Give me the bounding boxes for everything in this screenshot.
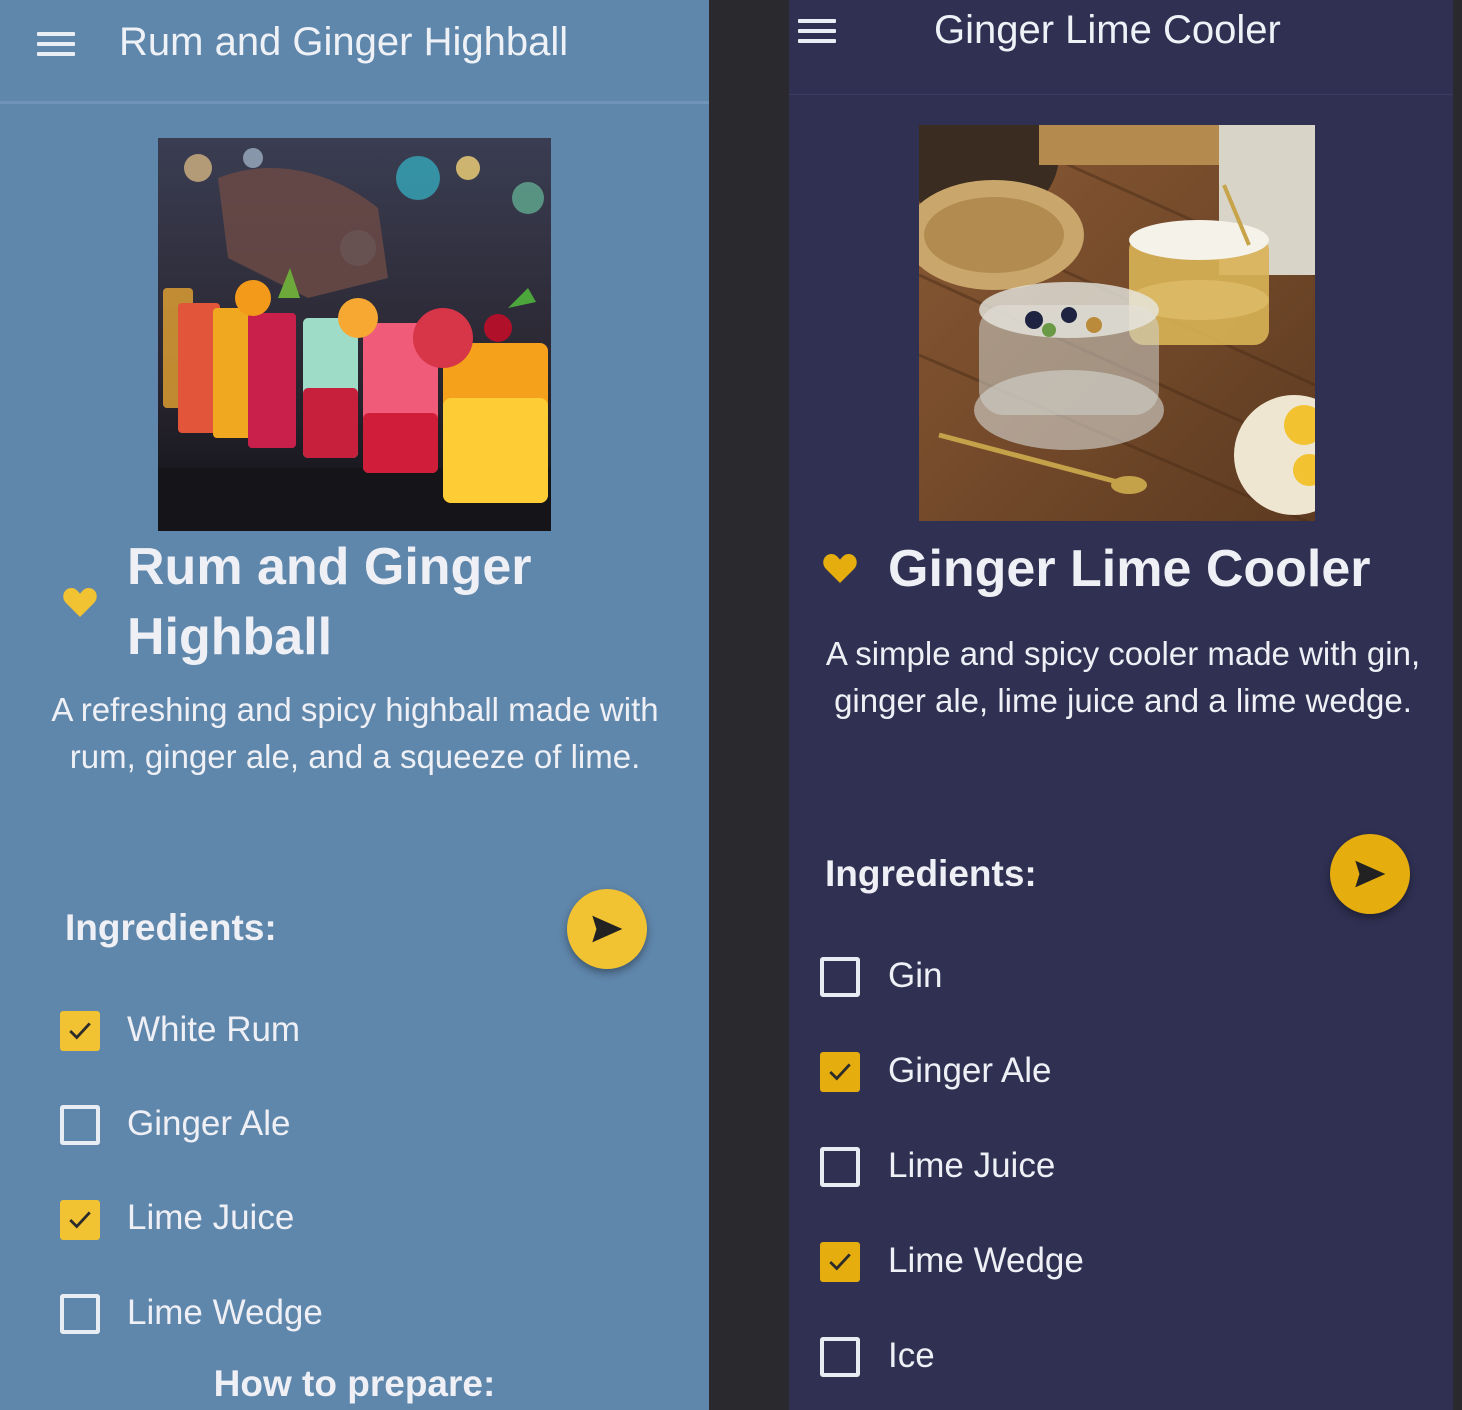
ingredient-label: Ice (888, 1336, 935, 1375)
app-bar-title: Ginger Lime Cooler (934, 8, 1281, 52)
ingredient-checkbox[interactable] (60, 1294, 100, 1334)
ingredient-checkbox[interactable] (820, 1242, 860, 1282)
share-fab-button[interactable] (1330, 834, 1410, 914)
check-icon (829, 1063, 851, 1081)
ingredient-checkbox[interactable] (820, 1147, 860, 1187)
app-bar-title: Rum and Ginger Highball (119, 20, 569, 64)
ingredient-checkbox[interactable] (60, 1011, 100, 1051)
right-recipe-screen: Ginger Lime Cooler Ginger Lime Cooler A … (789, 0, 1453, 1410)
favorite-heart-icon[interactable] (60, 582, 100, 622)
recipe-description: A simple and spicy cooler made with gin,… (825, 635, 1421, 719)
ingredient-label: Ginger Ale (888, 1051, 1052, 1090)
check-icon (69, 1211, 91, 1229)
ingredient-label: Lime Juice (127, 1198, 295, 1237)
ingredient-label: Lime Wedge (888, 1241, 1084, 1280)
ingredient-checkbox[interactable] (820, 957, 860, 997)
ingredients-heading: Ingredients: (65, 907, 277, 948)
recipe-image (919, 125, 1315, 521)
recipe-description: A refreshing and spicy highball made wit… (51, 691, 659, 775)
ingredient-label: Gin (888, 956, 943, 995)
prepare-heading: How to prepare: (213, 1363, 496, 1404)
top-app-bar: Ginger Lime Cooler (789, 0, 1453, 95)
ingredient-label: Lime Wedge (127, 1293, 323, 1332)
ingredient-label: White Rum (127, 1010, 301, 1049)
check-icon (69, 1022, 91, 1040)
menu-icon[interactable] (798, 17, 836, 45)
ingredient-label: Lime Juice (888, 1146, 1056, 1185)
ingredient-checkbox[interactable] (60, 1105, 100, 1145)
share-fab-button[interactable] (567, 889, 647, 969)
send-icon (1355, 860, 1386, 888)
ingredient-checkbox[interactable] (820, 1052, 860, 1092)
ingredient-checkbox[interactable] (820, 1337, 860, 1377)
left-recipe-screen: Rum and Ginger Highball Rum and Ginger H… (0, 0, 709, 1410)
recipe-title: Ginger Lime Cooler (888, 540, 1371, 598)
check-icon (829, 1253, 851, 1271)
favorite-heart-icon[interactable] (820, 548, 860, 588)
recipe-title: Rum and Ginger Highball (127, 538, 532, 666)
ingredients-heading: Ingredients: (825, 853, 1037, 894)
ingredient-checkbox[interactable] (60, 1200, 100, 1240)
recipe-image (158, 138, 551, 531)
menu-icon[interactable] (37, 30, 75, 58)
top-app-bar: Rum and Ginger Highball (0, 0, 709, 104)
send-icon (592, 915, 623, 943)
ingredient-label: Ginger Ale (127, 1104, 291, 1143)
